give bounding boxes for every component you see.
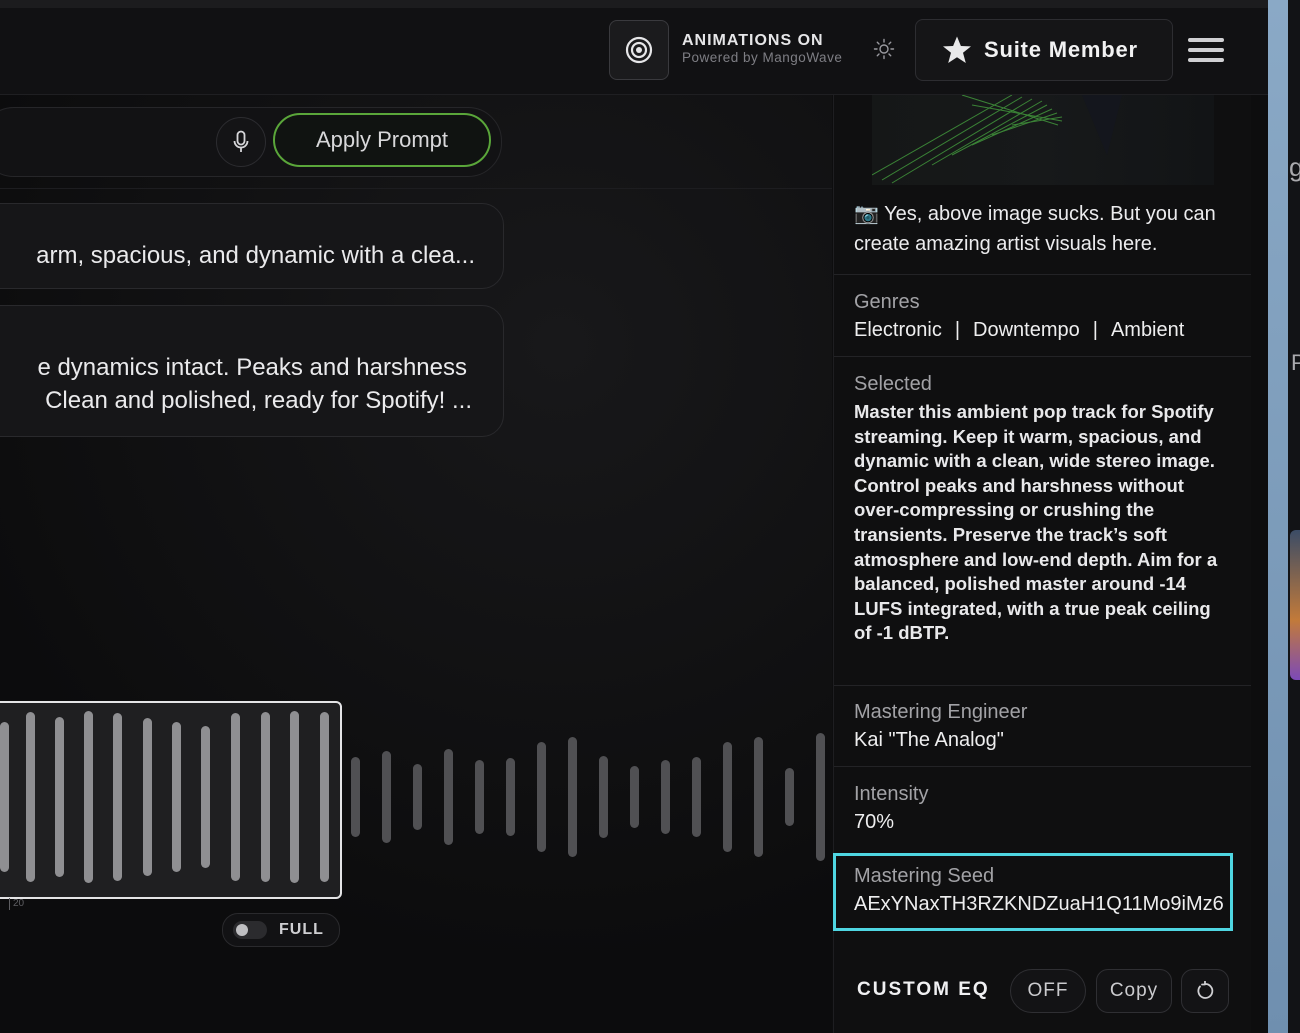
- details-panel: 📷 Yes, above image sucks. But you can cr…: [833, 95, 1251, 1033]
- background-text: g: [1289, 152, 1300, 182]
- divider: [834, 685, 1251, 686]
- artwork-graphic: [872, 95, 1122, 184]
- genre-tag[interactable]: Downtempo: [973, 319, 1080, 341]
- intensity-label: Intensity: [854, 783, 929, 805]
- selected-label: Selected: [854, 373, 932, 395]
- sun-icon[interactable]: [873, 38, 895, 60]
- prompt-suggestion-2-line1: e dynamics intact. Peaks and harshness: [37, 354, 467, 381]
- animations-toggle-button[interactable]: [609, 20, 669, 80]
- genre-tag[interactable]: Electronic: [854, 319, 942, 341]
- divider: [0, 188, 832, 189]
- artist-visual-image: [872, 95, 1214, 185]
- genres-list: Electronic | Downtempo | Ambient: [854, 319, 1185, 341]
- engineer-value: Kai "The Analog": [854, 729, 1004, 751]
- copy-button[interactable]: Copy: [1096, 969, 1172, 1013]
- animations-title: ANIMATIONS ON: [682, 32, 824, 49]
- selected-prompt-text: Master this ambient pop track for Spotif…: [854, 401, 1218, 644]
- suite-member-button[interactable]: Suite Member: [915, 19, 1173, 81]
- genres-label: Genres: [854, 291, 920, 313]
- eq-off-button[interactable]: OFF: [1010, 969, 1086, 1013]
- apply-prompt-button[interactable]: Apply Prompt: [273, 113, 491, 167]
- time-tick: 20: [9, 898, 24, 910]
- image-caption: 📷 Yes, above image sucks. But you can cr…: [854, 203, 1216, 255]
- star-icon: [943, 36, 971, 63]
- target-icon: [625, 36, 653, 64]
- prompt-suggestion-1[interactable]: arm, spacious, and dynamic with a clea..…: [0, 203, 504, 289]
- main-area: Apply Prompt arm, spacious, and dynamic …: [0, 95, 832, 1033]
- custom-eq-label: CUSTOM EQ: [857, 979, 990, 1000]
- toggle-switch[interactable]: [233, 921, 267, 939]
- full-toggle[interactable]: FULL: [222, 913, 340, 947]
- animations-status: ANIMATIONS ON Powered by MangoWave: [682, 32, 842, 65]
- app-window: ANIMATIONS ON Powered by MangoWave Suite…: [0, 0, 1300, 1033]
- divider: [834, 766, 1251, 767]
- reset-button[interactable]: [1181, 969, 1229, 1013]
- background-image: [1290, 530, 1300, 680]
- seed-label: Mastering Seed: [854, 865, 995, 887]
- microphone-button[interactable]: [216, 117, 266, 167]
- genre-tag[interactable]: Ambient: [1111, 319, 1184, 341]
- window-edge: [1268, 0, 1288, 1033]
- divider: [834, 274, 1251, 275]
- divider: [834, 356, 1251, 357]
- engineer-label: Mastering Engineer: [854, 701, 1028, 723]
- top-strip: [0, 0, 1268, 8]
- full-label: FULL: [279, 921, 324, 938]
- custom-eq-row: CUSTOM EQ OFF Copy: [834, 967, 1251, 1015]
- waveform-selection[interactable]: [0, 701, 342, 899]
- header: ANIMATIONS ON Powered by MangoWave Suite…: [0, 8, 1268, 95]
- seed-value[interactable]: AExYNaxTH3RZKNDZuaH1Q11Mo9iMz6: [854, 893, 1224, 916]
- suite-member-label: Suite Member: [984, 37, 1138, 62]
- animations-subtitle: Powered by MangoWave: [682, 50, 843, 65]
- background-text: P: [1291, 350, 1300, 375]
- menu-icon[interactable]: [1188, 38, 1224, 62]
- prompt-suggestion-2-line2: Clean and polished, ready for Spotify! .…: [45, 387, 472, 414]
- reset-icon: [1197, 981, 1214, 999]
- prompt-suggestion-2[interactable]: e dynamics intact. Peaks and harshness C…: [0, 305, 504, 437]
- intensity-value: 70%: [854, 811, 895, 833]
- microphone-icon: [233, 130, 249, 152]
- prompt-suggestion-1-text: arm, spacious, and dynamic with a clea..…: [36, 242, 475, 269]
